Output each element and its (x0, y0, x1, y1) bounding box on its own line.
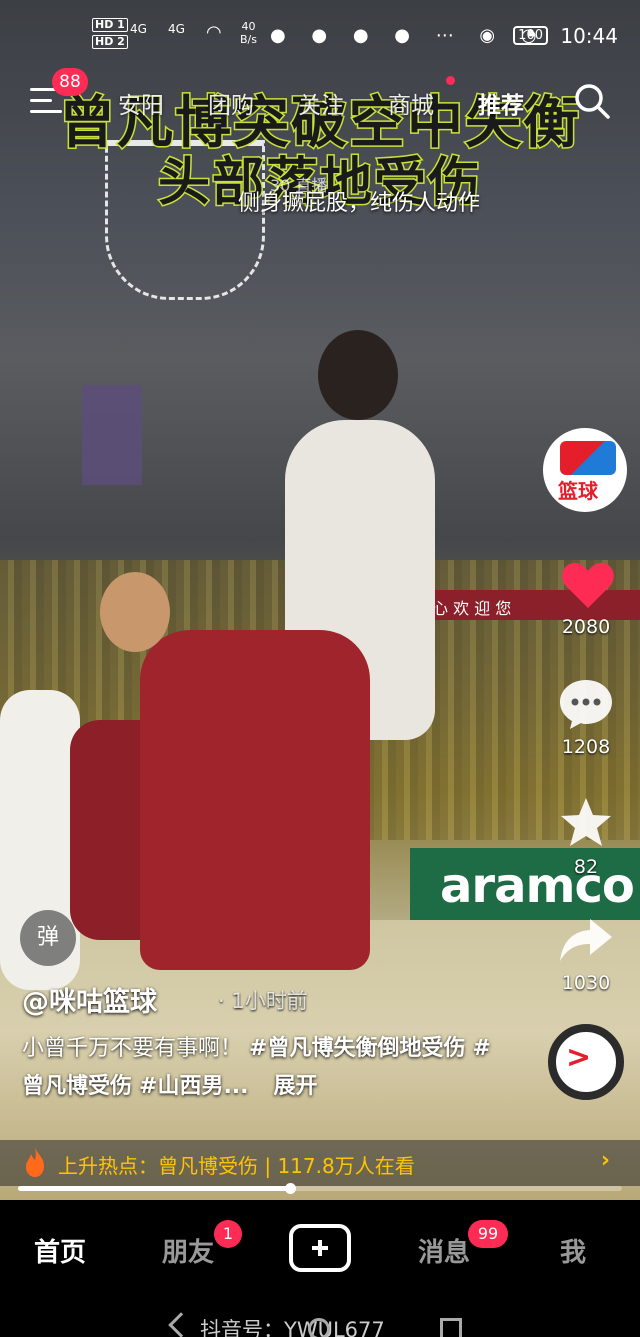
tab-guanzhu[interactable]: 关注 (298, 86, 344, 120)
playback-progress[interactable] (18, 1183, 622, 1194)
sim-indicators: HD 1 HD 2 (92, 18, 128, 52)
nav-friends[interactable]: 朋友 (162, 1232, 214, 1269)
create-post-button[interactable] (289, 1224, 351, 1272)
net-speed: 40 B/s (240, 20, 257, 46)
post-time-text: 1小时前 (231, 989, 308, 1013)
share-arrow-icon[interactable] (558, 915, 614, 965)
nav-messages[interactable]: 消息 (418, 1232, 470, 1269)
author-name[interactable]: @咪咕篮球 (22, 980, 157, 1019)
video-description[interactable]: 小曾千万不要有事啊！ #曾凡博失衡倒地受伤 #曾凡博受伤 #山西男... 展开 (22, 1030, 492, 1106)
recent-apps-icon[interactable] (440, 1318, 462, 1337)
hashtag-link[interactable]: #山西男... (139, 1074, 249, 1099)
bottom-nav: 首页 朋友 1 消息 99 我 (0, 1200, 640, 1300)
hot-topic-text: 上升热点：曾凡博受伤 | 117.8万人在看 (58, 1154, 415, 1178)
wifi-icon: ◠ (206, 22, 222, 43)
like-heart-icon[interactable] (560, 560, 616, 610)
menu-badge: 88 (52, 68, 88, 96)
signal1-icon: 4G (130, 22, 147, 36)
video-subtitle: 侧身撅屁股，纯伤人动作 (238, 191, 481, 216)
notification-icons: ● ● ● ● ⋯ ◉ ◔ (270, 25, 547, 46)
back-icon[interactable] (168, 1312, 194, 1337)
hashtag-link[interactable]: #曾凡博失衡倒地受伤 (249, 1036, 465, 1061)
progress-fill (18, 1186, 290, 1191)
player-red-head (100, 572, 170, 652)
tab-tuangou[interactable]: 团购 (208, 86, 254, 120)
system-nav-bar: 抖音号：YWUL677 (0, 1300, 640, 1337)
comment-count: 1208 (561, 736, 611, 758)
share-count: 1030 (561, 972, 611, 994)
douyin-id-watermark: 抖音号：YWUL677 (200, 1318, 385, 1337)
search-icon[interactable] (573, 82, 611, 120)
hd2-indicator: HD 2 (92, 35, 128, 49)
player-white-head (318, 330, 398, 420)
player-red (140, 630, 370, 970)
author-avatar[interactable]: 篮球 (543, 428, 627, 512)
hot-topic-bar[interactable]: 上升热点：曾凡博受伤 | 117.8万人在看 › (0, 1140, 640, 1186)
net-speed-value: 40 (241, 20, 256, 33)
favorite-star-icon[interactable] (558, 795, 614, 851)
comment-icon[interactable] (558, 678, 614, 730)
hd1-indicator: HD 1 (92, 18, 128, 32)
music-disc-icon[interactable]: > (548, 1024, 624, 1100)
progress-knob[interactable] (284, 1183, 296, 1194)
signal2-icon: 4G (168, 22, 185, 36)
expand-button[interactable]: 展开 (274, 1074, 318, 1099)
tab-notification-dot (446, 76, 455, 85)
friends-badge: 1 (214, 1220, 242, 1248)
tab-shangcheng[interactable]: 商城 (388, 86, 434, 120)
nav-home[interactable]: 首页 (34, 1232, 86, 1269)
desc-text: 小曾千万不要有事啊！ (22, 1036, 243, 1061)
net-speed-unit: B/s (240, 33, 257, 46)
arena-banner-text: 心 欢 迎 您 (432, 599, 512, 618)
nav-me[interactable]: 我 (560, 1232, 586, 1269)
favorite-count: 82 (573, 856, 599, 878)
flame-icon (26, 1147, 44, 1177)
chevron-right-icon: › (600, 1148, 610, 1173)
clock: 10:44 (560, 24, 618, 48)
retired-jersey-banner (82, 385, 142, 485)
post-time: · 1小时前 (218, 989, 308, 1013)
danmu-button[interactable]: 弹 (20, 910, 76, 966)
migu-logo-icon (560, 441, 616, 475)
avatar-label: 篮球 (558, 479, 598, 503)
battery-icon: 100 (513, 26, 548, 45)
tab-anyang[interactable]: 安阳 (118, 86, 164, 120)
tab-tuijian[interactable]: 推荐 (478, 86, 524, 120)
status-bar: HD 1 HD 2 4G 4G ◠ 40 B/s ● ● ● ● ⋯ ◉ ◔ 1… (0, 0, 640, 70)
home-icon[interactable] (308, 1318, 330, 1337)
like-count: 2080 (561, 616, 611, 638)
messages-badge: 99 (468, 1220, 508, 1248)
